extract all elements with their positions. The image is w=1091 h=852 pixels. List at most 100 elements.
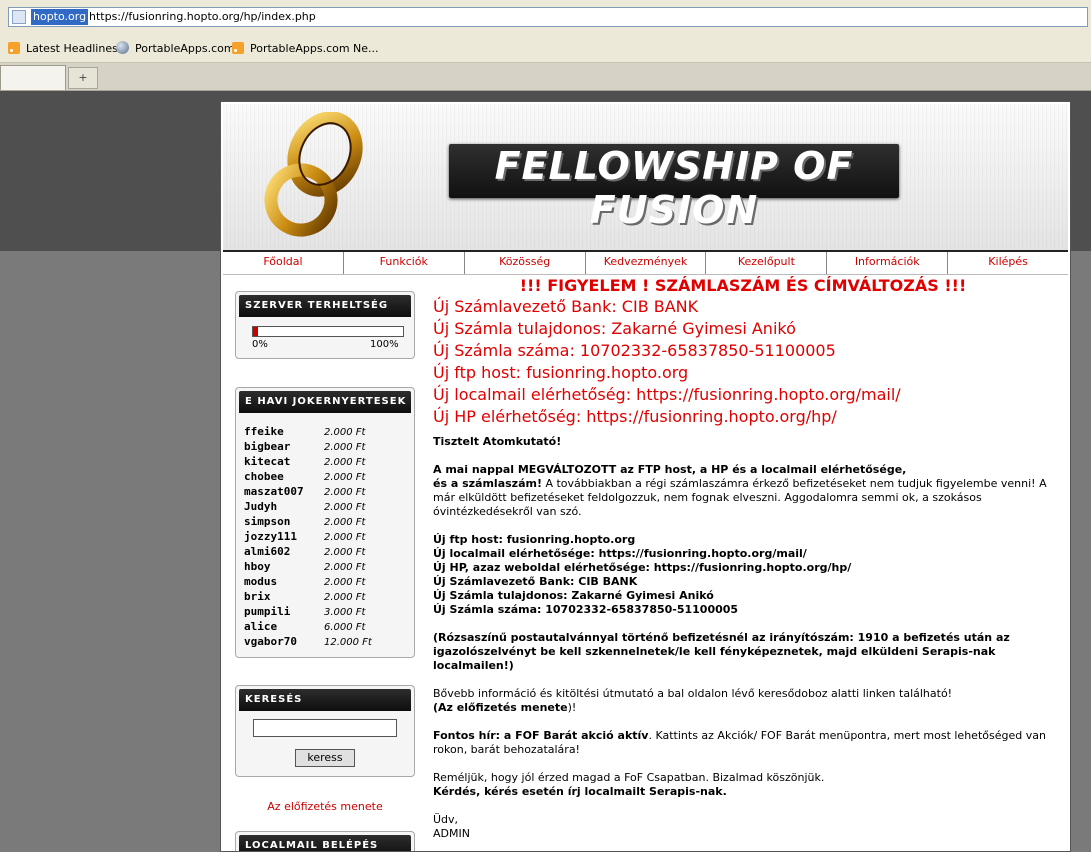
red-line-ftp: Új ftp host: fusionring.hopto.org bbox=[433, 363, 689, 382]
rss-icon bbox=[232, 42, 244, 54]
server-load-fill bbox=[253, 327, 258, 336]
rss-icon bbox=[8, 42, 20, 54]
address-host-highlight: hopto.org bbox=[31, 9, 89, 25]
search-input[interactable] bbox=[253, 719, 397, 737]
winner-name: brix bbox=[244, 590, 271, 603]
winner-name: hboy bbox=[244, 560, 271, 573]
main-content: !!! FIGYELEM ! SZÁMLASZÁM ÉS CÍMVÁLTOZÁS… bbox=[433, 276, 1053, 841]
winner-amount: 2.000 Ft bbox=[324, 442, 366, 453]
address-url-text: https://fusionring.hopto.org/hp/index.ph… bbox=[89, 10, 316, 23]
main-nav: Főoldal Funkciók Közösség Kedvezmények K… bbox=[223, 250, 1068, 275]
banner-title: FELLOWSHIP OF FUSION bbox=[494, 144, 854, 232]
info-link[interactable]: (Az előfizetés menete bbox=[433, 701, 568, 714]
info-line: Bővebb információ és kitöltési útmutató … bbox=[433, 687, 953, 700]
winner-name: chobee bbox=[244, 470, 284, 483]
red-line-account: Új Számla száma: 10702332-65837850-51100… bbox=[433, 341, 836, 360]
winner-name: modus bbox=[244, 575, 278, 588]
load-max-label: 100% bbox=[370, 339, 399, 350]
winner-row: almi602 2.000 Ft bbox=[244, 544, 404, 559]
server-load-box: SZERVER TERHELTSÉG 0% 100% bbox=[235, 291, 415, 359]
site-header: FELLOWSHIP OF FUSION bbox=[223, 104, 1068, 250]
server-load-title: SZERVER TERHELTSÉG bbox=[239, 295, 411, 317]
search-title: KERESÉS bbox=[239, 689, 411, 711]
winner-row: maszat007 2.000 Ft bbox=[244, 484, 404, 499]
winner-row: hboy 2.000 Ft bbox=[244, 559, 404, 574]
winner-row: pumpili 3.000 Ft bbox=[244, 604, 404, 619]
subscription-guide-link[interactable]: Az előfizetés menete bbox=[235, 800, 415, 813]
greeting: Tisztelt Atomkutató! bbox=[433, 435, 562, 448]
postal-note: (Rózsaszínű postautalvánnyal történő bef… bbox=[433, 631, 1010, 672]
bookmark-portableapps[interactable]: PortableApps.com bbox=[116, 41, 235, 57]
winner-row: simpson 2.000 Ft bbox=[244, 514, 404, 529]
sign-greeting: Üdv, bbox=[433, 813, 459, 826]
nav-item-informaciok[interactable]: Információk bbox=[827, 252, 949, 274]
winner-name: Judyh bbox=[244, 500, 278, 513]
winner-amount: 2.000 Ft bbox=[324, 457, 366, 468]
winner-amount: 12.000 Ft bbox=[324, 637, 372, 648]
bookmark-latest-headlines[interactable]: Latest Headlines bbox=[8, 41, 118, 57]
nav-item-funkciok[interactable]: Funkciók bbox=[344, 252, 465, 274]
detail-account: Új Számla száma: 10702332-65837850-51100… bbox=[433, 603, 739, 616]
search-button[interactable]: keress bbox=[295, 749, 355, 767]
rings-logo-icon bbox=[264, 112, 363, 237]
winner-amount: 3.000 Ft bbox=[324, 607, 366, 618]
winner-row: vgabor70 12.000 Ft bbox=[244, 634, 404, 649]
winner-amount: 6.000 Ft bbox=[324, 622, 366, 633]
nav-item-kedvezmenyek[interactable]: Kedvezmények bbox=[586, 252, 707, 274]
web-page: FELLOWSHIP OF FUSION Főoldal Funkciók Kö… bbox=[220, 101, 1071, 852]
bookmark-portableapps-news[interactable]: PortableApps.com Ne... bbox=[232, 41, 379, 57]
search-box: KERESÉS keress bbox=[235, 685, 415, 777]
winner-amount: 2.000 Ft bbox=[324, 532, 366, 543]
nav-item-kozosseg[interactable]: Közösség bbox=[465, 252, 586, 274]
load-min-label: 0% bbox=[252, 339, 268, 350]
site-banner: FELLOWSHIP OF FUSION bbox=[449, 144, 899, 232]
winner-amount: 2.000 Ft bbox=[324, 517, 366, 528]
winner-amount: 2.000 Ft bbox=[324, 472, 366, 483]
detail-ftp: Új ftp host: fusionring.hopto.org bbox=[433, 533, 636, 546]
winner-row: bigbear 2.000 Ft bbox=[244, 439, 404, 454]
info-link-end: )! bbox=[567, 701, 577, 714]
winner-name: maszat007 bbox=[244, 485, 304, 498]
sign-admin: ADMIN bbox=[433, 827, 470, 840]
red-line-owner: Új Számla tulajdonos: Zakarné Gyimesi An… bbox=[433, 319, 796, 338]
nav-item-kilepes[interactable]: Kilépés bbox=[948, 252, 1068, 274]
winner-name: simpson bbox=[244, 515, 291, 528]
red-line-hp: Új HP elérhetőség: https://fusionring.ho… bbox=[433, 407, 837, 426]
nav-item-kezelopult[interactable]: Kezelőpult bbox=[706, 252, 828, 274]
winner-amount: 2.000 Ft bbox=[324, 427, 366, 438]
closing-text: Reméljük, hogy jól érzed magad a FoF Csa… bbox=[433, 771, 825, 784]
localmail-login-box: LOCALMAIL BELÉPÉS bbox=[235, 831, 415, 851]
detail-owner: Új Számla tulajdonos: Zakarné Gyimesi An… bbox=[433, 589, 714, 602]
para1-bold-2: és a számlaszám! bbox=[433, 477, 542, 490]
winner-name: almi602 bbox=[244, 545, 291, 558]
winner-row: kitecat 2.000 Ft bbox=[244, 454, 404, 469]
winner-name: vgabor70 bbox=[244, 635, 297, 648]
winner-row: ffeike 2.000 Ft bbox=[244, 424, 404, 439]
winners-box: E HAVI JOKERNYERTESEK ffeike 2.000 Ft bigb… bbox=[235, 387, 415, 658]
winners-list: ffeike 2.000 Ft bigbear 2.000 Ft kitecat 2.00… bbox=[244, 424, 404, 649]
winner-name: pumpili bbox=[244, 605, 291, 618]
winners-title: E HAVI JOKERNYERTESEK bbox=[239, 391, 411, 413]
winner-row: brix 2.000 Ft bbox=[244, 589, 404, 604]
winner-row: modus 2.000 Ft bbox=[244, 574, 404, 589]
new-tab-button[interactable]: + bbox=[68, 67, 98, 89]
red-line-bank: Új Számlavezető Bank: CIB BANK bbox=[433, 297, 699, 316]
browser-tab[interactable] bbox=[0, 65, 66, 90]
closing-bold: Kérdés, kérés esetén írj localmailt Sera… bbox=[433, 785, 727, 798]
detail-localmail: Új localmail elérhetősége: https://fusio… bbox=[433, 547, 807, 560]
address-bar-area: hopto.org https://fusionring.hopto.org/h… bbox=[0, 0, 1091, 36]
winner-name: ffeike bbox=[244, 425, 284, 438]
winner-row: chobee 2.000 Ft bbox=[244, 469, 404, 484]
warning-title: !!! FIGYELEM ! SZÁMLASZÁM ÉS CÍMVÁLTOZÁS… bbox=[519, 276, 967, 295]
page-favicon-icon bbox=[12, 10, 26, 24]
nav-item-fooldal[interactable]: Főoldal bbox=[223, 252, 344, 274]
address-field[interactable]: hopto.org https://fusionring.hopto.org/h… bbox=[8, 7, 1088, 27]
winner-name: bigbear bbox=[244, 440, 291, 453]
bookmarks-toolbar: Latest Headlines PortableApps.com Portab… bbox=[0, 36, 1091, 63]
winner-amount: 2.000 Ft bbox=[324, 562, 366, 573]
winner-amount: 2.000 Ft bbox=[324, 547, 366, 558]
red-line-localmail: Új localmail elérhetőség: https://fusion… bbox=[433, 385, 901, 404]
globe-icon bbox=[116, 41, 129, 54]
para1-bold-1: A mai nappal MEGVÁLTOZOTT az FTP host, a… bbox=[433, 463, 907, 476]
detail-bank: Új Számlavezető Bank: CIB BANK bbox=[433, 575, 638, 588]
